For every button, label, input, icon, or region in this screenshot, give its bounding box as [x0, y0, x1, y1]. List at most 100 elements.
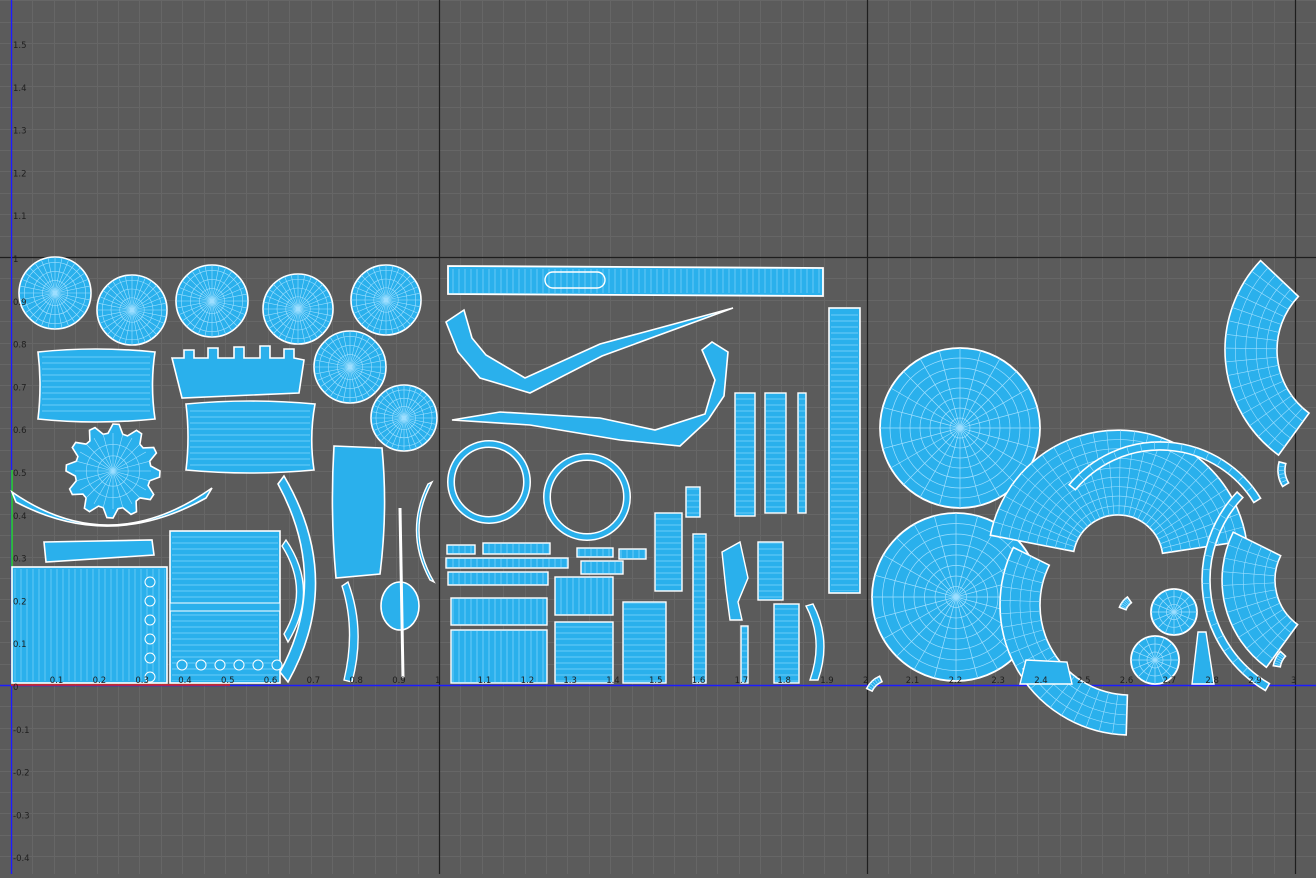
- u-axis-label: 0.9: [392, 676, 406, 686]
- v-axis-label: 1.5: [13, 41, 27, 51]
- v-axis-label: 0.7: [13, 383, 27, 393]
- u-axis-label: 2: [863, 676, 868, 686]
- v-axis-label: 0.9: [13, 298, 27, 308]
- v-axis-label: 1.3: [13, 127, 27, 137]
- uv-shell-small-strip-hatch: [624, 603, 665, 682]
- u-axis-label: 0.6: [264, 676, 278, 686]
- uv-shell-small-strip-hatch: [799, 394, 805, 512]
- u-axis-label: 0.5: [221, 676, 235, 686]
- uv-shell-small-strip-hatch: [656, 514, 681, 590]
- uv-shell-slab-hatch: [14, 569, 165, 681]
- u-axis-label: 1.4: [606, 676, 620, 686]
- uv-shell-small-strip-hatch: [452, 599, 546, 624]
- u-axis-label: 1.5: [649, 676, 663, 686]
- u-axis-label: 1.9: [820, 676, 834, 686]
- uv-shell-crenellated[interactable]: [172, 346, 304, 398]
- uv-shell-disc[interactable]: [351, 265, 421, 335]
- uv-shell-small-strip-hatch: [766, 394, 785, 512]
- uv-shells: [12, 257, 1309, 735]
- u-axis-label: 2.3: [991, 676, 1005, 686]
- u-axis-label: 2.9: [1248, 676, 1262, 686]
- uv-canvas[interactable]: 1.5 1.4 1.3 1.2 1.1 1 0.9 0.8 0.7 0.6 0.5 0.4 0.3 0.2…: [0, 0, 1316, 874]
- v-axis-labels: 1.5 1.4 1.3 1.2 1.1 1 0.9 0.8 0.7 0.6 0.5 0.4 0.3 0.2…: [13, 41, 30, 864]
- v-axis-label: 1: [13, 255, 18, 265]
- uv-shell-strip-hatch: [42, 356, 150, 416]
- uv-shell-disc[interactable]: [176, 265, 248, 337]
- uv-shell-thin-arc[interactable]: [1119, 597, 1131, 610]
- v-axis-label: 0.6: [13, 426, 27, 436]
- uv-shell-small-strip-hatch: [556, 623, 612, 682]
- v-axis-label: 0.2: [13, 597, 27, 607]
- uv-shell-disc[interactable]: [19, 257, 91, 329]
- uv-shell-small-strip-hatch: [447, 559, 567, 567]
- u-axis-label: 2.1: [906, 676, 920, 686]
- v-axis-label: -0.1: [13, 726, 30, 736]
- uv-shell-small-strip-hatch: [578, 549, 612, 556]
- u-axis-label: 0.8: [349, 676, 363, 686]
- u-axis-label: 2.4: [1034, 676, 1048, 686]
- uv-shell-small-strip-hatch: [449, 573, 547, 584]
- v-axis-label: 0.3: [13, 555, 27, 565]
- v-axis-label: 0.8: [13, 341, 27, 351]
- uv-shell-column-hatch: [831, 310, 858, 591]
- u-axis-label: 1: [435, 676, 440, 686]
- u-axis-label: 2.7: [1163, 676, 1177, 686]
- uv-shell-beam-hatch: [451, 269, 820, 293]
- v-axis-label: 1.4: [13, 84, 27, 94]
- uv-shell-arc[interactable]: [416, 482, 434, 582]
- uv-shell-small-strip-hatch: [775, 605, 798, 682]
- uv-shell-small-strip-hatch: [484, 544, 549, 553]
- uv-shell-strip[interactable]: [44, 540, 154, 562]
- v-axis-label: -0.4: [13, 854, 30, 864]
- v-axis-label: 0.1: [13, 640, 27, 650]
- uv-shell-ring-inner: [547, 457, 627, 537]
- u-axis-label: 1.6: [692, 676, 706, 686]
- uv-shell-disc[interactable]: [263, 274, 333, 344]
- u-axis-label: 2.2: [949, 676, 963, 686]
- uv-shell-sliver[interactable]: [400, 508, 403, 678]
- v-axis-label: 0.5: [13, 469, 27, 479]
- uv-shell-small-strip-hatch: [687, 488, 699, 516]
- u-axis-label: 2.6: [1120, 676, 1134, 686]
- u-axis-label: 1.8: [777, 676, 791, 686]
- u-axis-label: 0.1: [50, 676, 64, 686]
- uv-shell-disc[interactable]: [371, 385, 437, 451]
- uv-shell-disc[interactable]: [314, 331, 386, 403]
- uv-shell-gear[interactable]: [66, 424, 160, 518]
- v-axis-label: 0: [13, 683, 18, 693]
- uv-shell-small-strip-hatch: [736, 394, 754, 515]
- u-axis-label: 1.7: [735, 676, 749, 686]
- uv-shell-small-strip-hatch: [620, 550, 645, 558]
- uv-shell-crenellated[interactable]: [332, 446, 384, 578]
- u-axis-label: 0.4: [178, 676, 192, 686]
- uv-shell-ring-inner: [451, 444, 527, 520]
- uv-shell-disc[interactable]: [97, 275, 167, 345]
- u-axis-label: 2.8: [1205, 676, 1219, 686]
- v-axis-label: 1.1: [13, 212, 27, 222]
- v-axis-label: -0.3: [13, 811, 30, 821]
- v-axis-label: 1.2: [13, 169, 27, 179]
- uv-shell-thin-arc[interactable]: [867, 676, 882, 691]
- uv-shell-thin-arc[interactable]: [1278, 462, 1289, 487]
- uv-shell-small-strip-hatch: [582, 562, 622, 573]
- u-axis-label: 0.2: [93, 676, 107, 686]
- uv-shell-small-strip-hatch: [759, 543, 782, 599]
- uv-shell-arc[interactable]: [342, 582, 358, 682]
- uv-shell-small-strip-hatch: [694, 535, 705, 682]
- uv-shell-annulus[interactable]: [1225, 261, 1309, 456]
- uv-shell-small-strip-hatch: [556, 578, 612, 614]
- uv-shell-small-strip-hatch: [452, 631, 546, 682]
- uv-shell-radial-disc[interactable]: [1151, 589, 1197, 635]
- u-axis-label: 1.2: [521, 676, 535, 686]
- v-axis-label: 0.4: [13, 512, 27, 522]
- u-axis-label: 2.5: [1077, 676, 1091, 686]
- u-axis-label: 3: [1291, 676, 1296, 686]
- v-axis-label: -0.2: [13, 769, 30, 779]
- uv-shell-small-strip-hatch: [448, 546, 474, 553]
- u-axis-label: 1.3: [563, 676, 577, 686]
- u-axis-label: 0.3: [135, 676, 149, 686]
- uv-shell-small-strip-hatch: [742, 627, 747, 682]
- uv-editor-viewport[interactable]: 1.5 1.4 1.3 1.2 1.1 1 0.9 0.8 0.7 0.6 0.5 0.4 0.3 0.2…: [0, 0, 1316, 874]
- uv-shell-strip-hatch: [190, 408, 310, 466]
- uv-shell-bracket[interactable]: [722, 542, 748, 620]
